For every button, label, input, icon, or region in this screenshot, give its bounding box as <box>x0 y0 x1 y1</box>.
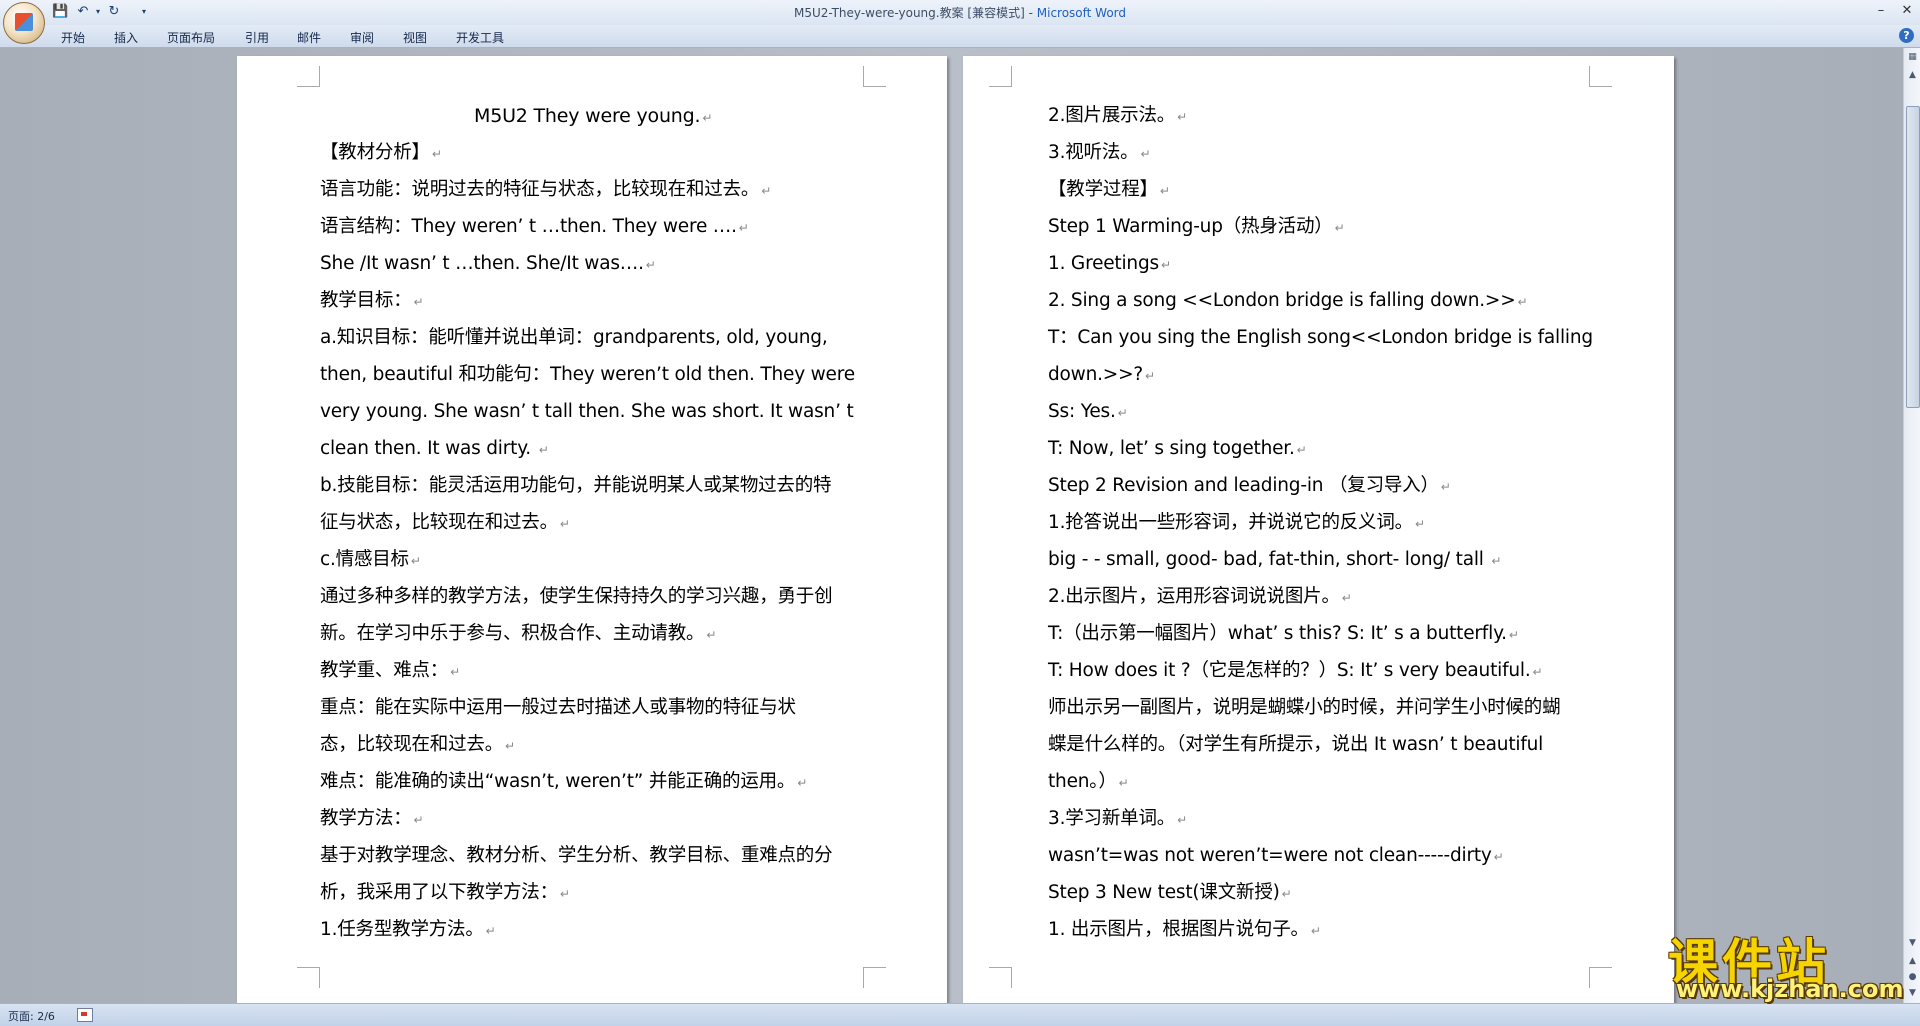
doc-line: 通过多种多样的教学方法，使学生保持持久的学习兴趣，勇于创 <box>320 586 833 607</box>
doc-line: 难点：能准确的读出“wasn’t, weren’t” 并能正确的运用。 ↵ <box>320 771 808 792</box>
doc-line: 蝶是什么样的。（对学生有所提示，说出 It wasn’ t beautiful <box>1048 734 1544 755</box>
doc-line: Step 2 Revision and leading-in （复习导入） ↵ <box>1048 475 1451 496</box>
doc-line: 征与状态，比较现在和过去。 ↵ <box>320 512 570 533</box>
crop-mark <box>297 967 320 988</box>
doc-line: 2.出示图片，运用形容词说说图片。 ↵ <box>1048 586 1352 607</box>
doc-line: 【教学过程】 ↵ <box>1048 179 1170 200</box>
doc-line: 教学重、难点： ↵ <box>320 660 460 681</box>
doc-line: 1. 出示图片，根据图片说句子。 ↵ <box>1048 919 1321 940</box>
tab-page-layout[interactable]: 页面布局 <box>167 29 215 46</box>
ribbon-tabs: 开始 插入 页面布局 引用 邮件 审阅 视图 开发工具 ? <box>0 25 1920 48</box>
crop-mark <box>1589 967 1612 988</box>
doc-line: Ss: Yes. ↵ <box>1048 401 1128 422</box>
doc-line: Step 1 Warming-up（热身活动） ↵ <box>1048 216 1345 237</box>
doc-line: T:（出示第一幅图片）what’ s this? S: It’ s a butt… <box>1048 623 1519 644</box>
crop-mark <box>989 967 1012 988</box>
doc-line: 1.抢答说出一些形容词，并说说它的反义词。 ↵ <box>1048 512 1425 533</box>
vertical-scrollbar[interactable]: ▦ ▲ ▼ ▲ ● ▼ <box>1903 48 1920 1003</box>
doc-line: 1. Greetings ↵ <box>1048 253 1171 274</box>
doc-line: then, beautiful 和功能句：They weren’t old th… <box>320 364 855 385</box>
ruler-toggle-icon[interactable]: ▦ <box>1905 50 1920 65</box>
doc-line: 基于对教学理念、教材分析、学生分析、教学目标、重难点的分 <box>320 845 833 866</box>
doc-line: 【教材分析】 ↵ <box>320 142 442 163</box>
scrollbar-thumb[interactable] <box>1906 106 1920 408</box>
minimize-icon[interactable]: – <box>1868 2 1894 20</box>
close-icon[interactable]: ✕ <box>1894 2 1920 20</box>
office-logo-icon <box>15 13 33 31</box>
doc-line: very young. She wasn’ t tall then. She w… <box>320 401 854 422</box>
doc-title: M5U2 They were young. ↵ <box>474 105 713 127</box>
crop-mark <box>863 66 886 87</box>
tab-view[interactable]: 视图 <box>403 29 427 46</box>
doc-line: c.情感目标 ↵ <box>320 549 421 570</box>
crop-mark <box>297 66 320 87</box>
crop-mark <box>1589 66 1612 87</box>
doc-line: then。） ↵ <box>1048 771 1129 792</box>
doc-line: 3.学习新单词。 ↵ <box>1048 808 1187 829</box>
tab-developer[interactable]: 开发工具 <box>456 29 504 46</box>
office-button[interactable] <box>3 2 45 44</box>
tab-references[interactable]: 引用 <box>245 29 269 46</box>
doc-line: 1.任务型教学方法。 ↵ <box>320 919 496 940</box>
status-bar: 页面: 2/6 <box>0 1003 1920 1026</box>
doc-line: T: How does it ?（它是怎样的？）S: It’ s very be… <box>1048 660 1543 681</box>
doc-line: wasn’t=was not weren’t=were not clean---… <box>1048 845 1504 866</box>
page-indicator[interactable]: 页面: 2/6 <box>8 1008 55 1024</box>
crop-mark <box>863 967 886 988</box>
proofing-icon[interactable] <box>77 1008 93 1022</box>
doc-line: 新。在学习中乐于参与、积极合作、主动请教。 ↵ <box>320 623 717 644</box>
window-title-doc: M5U2-They-were-young.教案 [兼容模式] - <box>793 6 1037 20</box>
tab-review[interactable]: 审阅 <box>350 29 374 46</box>
site-watermark: 课件站 www.kjzhan.com <box>1668 923 1908 1005</box>
page-left[interactable]: M5U2 They were young. ↵ 【教材分析】 ↵ 语言功能：说明过去… <box>237 56 947 1003</box>
doc-line: Step 3 New test(课文新授) ↵ <box>1048 882 1292 903</box>
doc-line: 2. Sing a song <<London bridge is fallin… <box>1048 290 1528 311</box>
doc-line: 教学方法： ↵ <box>320 808 424 829</box>
doc-line: a.知识目标：能听懂并说出单词：grandparents, old, young… <box>320 327 828 348</box>
crop-mark <box>989 66 1012 87</box>
tab-mailings[interactable]: 邮件 <box>297 29 321 46</box>
doc-line: 态，比较现在和过去。 ↵ <box>320 734 515 755</box>
doc-line: b.技能目标：能灵活运用功能句，并能说明某人或某物过去的特 <box>320 475 832 496</box>
doc-line: clean then. It was dirty. ↵ <box>320 438 549 459</box>
doc-line: She /It wasn’ t …then. She/It was…. ↵ <box>320 253 656 274</box>
doc-line: 析，我采用了以下教学方法： ↵ <box>320 882 570 903</box>
title-bar: 💾 ↶ ▾ ↻ ▾ M5U2-They-were-young.教案 [兼容模式]… <box>0 0 1920 44</box>
page-right[interactable]: 2.图片展示法。 ↵ 3.视听法。 ↵ 【教学过程】 ↵ Step 1 Warming… <box>963 56 1674 1003</box>
doc-line: 重点：能在实际中运用一般过去时描述人或事物的特征与状 <box>320 697 796 718</box>
doc-line: T: Now, let’ s sing together. ↵ <box>1048 438 1307 459</box>
tab-home[interactable]: 开始 <box>61 29 85 46</box>
scroll-up-icon[interactable]: ▲ <box>1905 68 1920 83</box>
doc-line: T：Can you sing the English song<<London … <box>1048 327 1593 348</box>
document-area[interactable]: M5U2 They were young. ↵ 【教材分析】 ↵ 语言功能：说明过去… <box>0 48 1903 1003</box>
tab-insert[interactable]: 插入 <box>114 29 138 46</box>
doc-line: 语言功能：说明过去的特征与状态，比较现在和过去。 ↵ <box>320 179 772 200</box>
window-title: M5U2-They-were-young.教案 [兼容模式] - Microso… <box>0 4 1920 21</box>
doc-line: big - - small, good- bad, fat-thin, shor… <box>1048 549 1502 570</box>
doc-line: 教学目标： ↵ <box>320 290 424 311</box>
doc-line: 师出示另一副图片，说明是蝴蝶小的时候，并问学生小时候的蝴 <box>1048 697 1561 718</box>
doc-line: 2.图片展示法。 ↵ <box>1048 105 1187 126</box>
window-title-app: Microsoft Word <box>1036 6 1127 20</box>
help-icon[interactable]: ? <box>1899 28 1914 43</box>
doc-line: down.>>? ↵ <box>1048 364 1155 385</box>
doc-line: 3.视听法。 ↵ <box>1048 142 1151 163</box>
watermark-site-url: www.kjzhan.com <box>1676 975 1904 1003</box>
doc-line: 语言结构：They weren’ t …then. They were …. ↵ <box>320 216 749 237</box>
